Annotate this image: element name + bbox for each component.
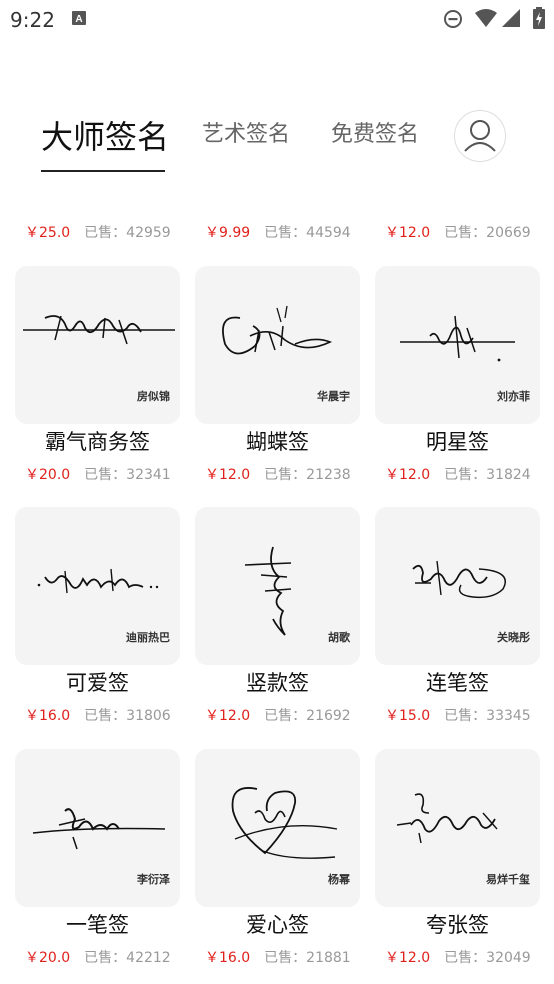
celebrity-name: 李衍泽 xyxy=(137,874,170,886)
celebrity-name: 杨幂 xyxy=(328,874,350,886)
active-tab-indicator xyxy=(41,170,165,172)
celebrity-name: 迪丽热巴 xyxy=(126,632,170,644)
category-tabs: 大师签名 艺术签名 免费签名 xyxy=(0,100,554,180)
product-title: 明星签 xyxy=(426,430,489,454)
price: ￥12.0 xyxy=(205,467,251,483)
price: ￥20.0 xyxy=(25,467,71,483)
product-title: 爱心签 xyxy=(246,913,309,937)
sold-count: 已售：33345 xyxy=(444,708,531,724)
price: ￥9.99 xyxy=(205,225,251,241)
tab-free-signature[interactable]: 免费签名 xyxy=(331,116,419,148)
sold-count: 已售：32341 xyxy=(84,467,171,483)
sold-count: 已售：42212 xyxy=(84,950,171,966)
signature-preview-image: 胡歌 xyxy=(195,507,360,665)
price: ￥12.0 xyxy=(385,225,431,241)
user-avatar-icon xyxy=(464,120,496,152)
price: ￥25.0 xyxy=(25,225,71,241)
price: ￥12.0 xyxy=(205,708,251,724)
price: ￥16.0 xyxy=(205,950,251,966)
product-title: 连笔签 xyxy=(426,671,489,695)
sold-count: 已售：44594 xyxy=(264,225,351,241)
signature-preview-image: 易烊千玺 xyxy=(375,749,540,907)
user-avatar-button[interactable] xyxy=(454,110,506,162)
notification-a-icon: A xyxy=(72,11,86,25)
signature-preview-image: 李衍泽 xyxy=(15,749,180,907)
signature-preview-image: 房似锦 xyxy=(15,266,180,424)
sold-count: 已售：21881 xyxy=(264,950,351,966)
price: ￥16.0 xyxy=(25,708,71,724)
tab-art-signature[interactable]: 艺术签名 xyxy=(202,116,290,148)
celebrity-name: 刘亦菲 xyxy=(497,391,530,403)
sold-count: 已售：20669 xyxy=(444,225,531,241)
signature-preview-image: 刘亦菲 xyxy=(375,266,540,424)
sold-count: 已售：31824 xyxy=(444,467,531,483)
product-title: 一笔签 xyxy=(66,913,129,937)
signature-preview-image: 迪丽热巴 xyxy=(15,507,180,665)
celebrity-name: 关晓彤 xyxy=(497,632,530,644)
signature-preview-image: 华晨宇 xyxy=(195,266,360,424)
sold-count: 已售：32049 xyxy=(444,950,531,966)
celebrity-name: 华晨宇 xyxy=(317,391,350,403)
signature-preview-image: 关晓彤 xyxy=(375,507,540,665)
battery-icon xyxy=(533,7,545,29)
price: ￥12.0 xyxy=(385,950,431,966)
signature-preview-image: 杨幂 xyxy=(195,749,360,907)
product-title: 霸气商务签 xyxy=(45,430,150,454)
sold-count: 已售：21692 xyxy=(264,708,351,724)
price: ￥15.0 xyxy=(385,708,431,724)
do-not-disturb-icon xyxy=(444,10,462,28)
sold-count: 已售：21238 xyxy=(264,467,351,483)
tab-master-signature[interactable]: 大师签名 xyxy=(41,112,169,158)
product-title: 可爱签 xyxy=(66,671,129,695)
celebrity-name: 易烊千玺 xyxy=(486,874,530,886)
sold-count: 已售：42959 xyxy=(84,225,171,241)
celebrity-name: 房似锦 xyxy=(137,391,170,403)
sold-count: 已售：31806 xyxy=(84,708,171,724)
signal-icon xyxy=(502,9,520,27)
status-time: 9:22 xyxy=(10,8,55,32)
product-title: 蝴蝶签 xyxy=(246,430,309,454)
product-title: 夸张签 xyxy=(426,913,489,937)
celebrity-name: 胡歌 xyxy=(328,632,350,644)
price: ￥20.0 xyxy=(25,950,71,966)
status-bar: 9:22 A xyxy=(0,0,554,40)
product-title: 竖款签 xyxy=(246,671,309,695)
wifi-icon xyxy=(475,9,497,27)
price: ￥12.0 xyxy=(385,467,431,483)
previous-row-prices: ￥25.0 已售：42959 ￥9.99 已售：44594 ￥12.0 已售：2066… xyxy=(0,222,554,248)
svg-text:A: A xyxy=(75,14,82,25)
